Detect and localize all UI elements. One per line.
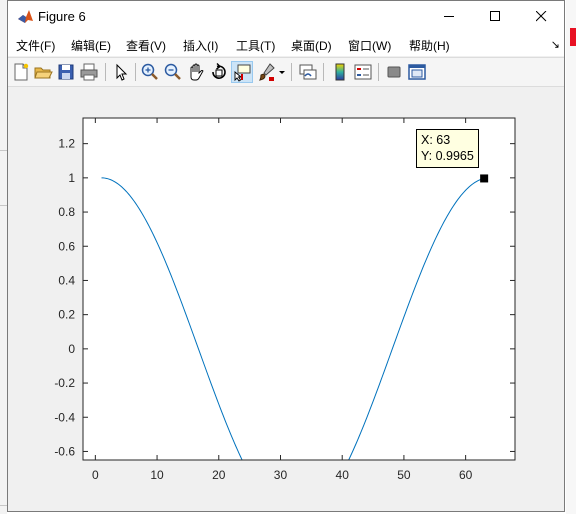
y-tick-label: 1.2 [58, 137, 75, 151]
menu-tools[interactable]: 工具(T) [236, 37, 275, 54]
x-tick-label: 20 [212, 468, 226, 482]
maximize-icon [489, 11, 500, 21]
toolbar-separator [323, 63, 324, 81]
data-cursor-icon [234, 64, 251, 82]
menu-bar: 文件(F) 编辑(E) 查看(V) 插入(I) 工具(T) 桌面(D) 窗口(W… [8, 32, 564, 56]
data-cursor-button[interactable] [231, 61, 253, 83]
link-plot-icon[interactable] [298, 62, 318, 82]
close-icon [535, 11, 546, 22]
menu-window[interactable]: 窗口(W) [348, 37, 391, 54]
toolbar-separator [291, 63, 292, 81]
toolbar-separator [135, 63, 136, 81]
axes-plot[interactable]: 0 10 20 30 40 50 60 -0.6 -0.4 -0.2 0 0.2 0.4 0.6 0.8 1 1… [8, 87, 564, 511]
maximize-button[interactable] [472, 1, 518, 32]
zoom-out-icon[interactable] [163, 62, 183, 82]
matlab-logo-icon [17, 8, 34, 25]
new-figure-icon[interactable] [11, 62, 31, 82]
x-tick-label: 30 [274, 468, 288, 482]
axes-background [83, 118, 515, 460]
title-bar[interactable]: Figure 6 [8, 1, 564, 32]
menu-file[interactable]: 文件(F) [16, 37, 55, 54]
data-tip[interactable]: X: 63 Y: 0.9965 [416, 129, 479, 168]
edit-plot-icon[interactable] [111, 62, 131, 82]
close-button[interactable] [518, 1, 564, 32]
y-tick-label: 0.4 [58, 273, 75, 287]
figure-toolbar [8, 57, 564, 87]
open-file-icon[interactable] [33, 62, 53, 82]
y-tick-label: 0.6 [58, 239, 75, 253]
legend-icon[interactable] [353, 62, 373, 82]
desktop-divider [0, 150, 7, 151]
y-tick-label: 1 [68, 171, 75, 185]
data-tip-x: X: 63 [421, 133, 451, 147]
x-tick-label: 60 [459, 468, 473, 482]
desktop-red-tab [570, 28, 576, 46]
minimize-button[interactable] [426, 1, 472, 32]
minimize-icon [443, 16, 454, 17]
desktop-divider [0, 505, 7, 506]
y-tick-label: -0.6 [54, 444, 75, 458]
toolbar-separator [105, 63, 106, 81]
x-tick-label: 10 [150, 468, 164, 482]
y-tick-label: 0.8 [58, 205, 75, 219]
print-icon[interactable] [79, 62, 99, 82]
menu-view[interactable]: 查看(V) [126, 37, 166, 54]
hide-plot-tools-icon[interactable] [384, 62, 404, 82]
x-tick-label: 40 [336, 468, 350, 482]
menu-insert[interactable]: 插入(I) [183, 37, 218, 54]
colorbar-icon[interactable] [330, 62, 350, 82]
brush-dropdown-icon[interactable] [278, 62, 286, 82]
menu-overflow-arrow[interactable]: ↘ [551, 38, 560, 51]
figure-canvas[interactable]: 0 10 20 30 40 50 60 -0.6 -0.4 -0.2 0 0.2 0.4 0.6 0.8 1 1… [8, 87, 564, 511]
desktop-divider [0, 205, 7, 206]
data-cursor-marker [480, 174, 489, 183]
figure-window: Figure 6 文件(F) 编辑(E) 查看(V) 插入(I) 工具(T) 桌… [7, 0, 565, 512]
y-tick-label: -0.2 [54, 376, 75, 390]
rotate-3d-icon[interactable] [209, 62, 229, 82]
save-icon[interactable] [56, 62, 76, 82]
menu-edit[interactable]: 编辑(E) [71, 37, 111, 54]
x-tick-label: 0 [92, 468, 99, 482]
pan-icon[interactable] [186, 62, 206, 82]
desktop-edge-left [0, 0, 7, 514]
y-tick-label: 0.2 [58, 308, 75, 322]
window-title: Figure 6 [38, 9, 86, 24]
y-tick-label: -0.4 [54, 410, 75, 424]
menu-help[interactable]: 帮助(H) [409, 37, 450, 54]
y-tick-label: 0 [68, 342, 75, 356]
x-tick-label: 50 [397, 468, 411, 482]
zoom-in-icon[interactable] [140, 62, 160, 82]
toolbar-separator [378, 63, 379, 81]
show-plot-tools-icon[interactable] [407, 62, 427, 82]
menu-desktop[interactable]: 桌面(D) [291, 37, 332, 54]
data-tip-y: Y: 0.9965 [421, 149, 474, 163]
desktop-edge-right [566, 0, 576, 514]
brush-icon[interactable] [257, 62, 277, 82]
